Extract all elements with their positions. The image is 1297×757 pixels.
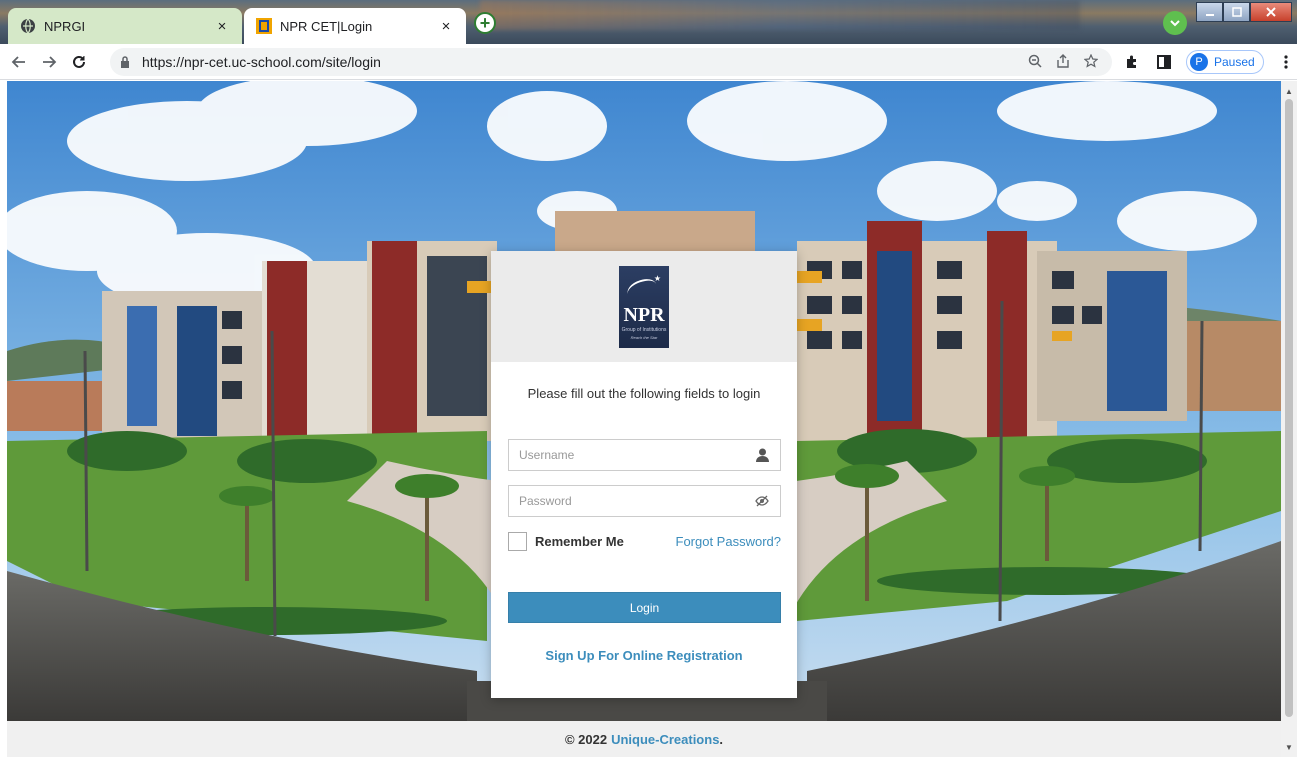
kebab-menu-icon[interactable] xyxy=(1276,51,1296,73)
extensions-puzzle-icon[interactable] xyxy=(1122,51,1142,73)
browser-tab-strip: NPRGI × NPR CET|Login × + xyxy=(0,0,1297,44)
back-arrow-icon[interactable] xyxy=(8,51,30,73)
tab-title: NPRGI xyxy=(44,18,86,34)
eye-slash-icon[interactable] xyxy=(754,493,770,509)
logo-tagline: Reach the Star xyxy=(630,334,658,340)
avatar: P xyxy=(1190,53,1208,71)
minimize-icon[interactable] xyxy=(1196,2,1223,22)
reload-icon[interactable] xyxy=(68,51,90,73)
profile-button[interactable]: P Paused xyxy=(1186,50,1264,74)
copyright-text: © 2022 xyxy=(564,731,608,747)
forgot-password-link[interactable]: Forgot Password? xyxy=(676,534,782,549)
window-controls xyxy=(1196,2,1292,22)
logo-subtitle: Group of Institutions xyxy=(621,326,667,333)
browser-toolbar: https://npr-cet.uc-school.com/site/login… xyxy=(0,44,1297,80)
side-panel-icon[interactable] xyxy=(1154,51,1174,73)
profile-status: Paused xyxy=(1214,55,1255,69)
logo-star-icon: ★ xyxy=(653,273,661,283)
window-background xyxy=(480,0,1080,30)
forward-arrow-icon[interactable] xyxy=(38,51,60,73)
login-card: ★ NPR Group of Institutions Reach the St… xyxy=(491,251,797,698)
site-favicon-icon xyxy=(256,18,272,34)
close-tab-icon[interactable]: × xyxy=(214,18,230,35)
scroll-down-icon[interactable]: ▼ xyxy=(1281,739,1297,755)
login-button[interactable]: Login xyxy=(508,592,781,623)
scrollbar-thumb[interactable] xyxy=(1285,99,1293,717)
page-footer: © 2022 Unique-Creations . xyxy=(7,721,1281,757)
password-field[interactable]: Password xyxy=(508,485,781,517)
unique-creations-link[interactable]: Unique-Creations xyxy=(611,732,719,747)
tab-npr-cet-login[interactable]: NPR CET|Login × xyxy=(244,8,466,44)
login-card-header: ★ NPR Group of Institutions Reach the St… xyxy=(491,251,797,362)
password-placeholder[interactable]: Password xyxy=(519,494,754,508)
remember-me-checkbox[interactable] xyxy=(508,532,527,551)
footer-suffix: . xyxy=(719,731,724,747)
close-tab-icon[interactable]: × xyxy=(438,18,454,35)
tab-nprgi[interactable]: NPRGI × xyxy=(8,8,242,44)
sign-up-link[interactable]: Sign Up For Online Registration xyxy=(491,648,797,663)
bookmark-star-icon[interactable] xyxy=(1083,53,1099,71)
username-field[interactable]: Username xyxy=(508,439,781,471)
address-bar[interactable]: https://npr-cet.uc-school.com/site/login xyxy=(110,48,1112,76)
scroll-up-icon[interactable]: ▲ xyxy=(1281,83,1297,99)
user-icon xyxy=(754,447,770,463)
logo-name: NPR xyxy=(623,303,665,326)
close-window-icon[interactable] xyxy=(1250,2,1292,22)
share-icon[interactable] xyxy=(1056,53,1070,71)
npr-logo: ★ NPR Group of Institutions Reach the St… xyxy=(619,265,669,348)
new-tab-button[interactable]: + xyxy=(474,12,496,34)
maximize-icon[interactable] xyxy=(1223,2,1250,22)
lock-icon[interactable] xyxy=(120,56,132,68)
tab-title: NPR CET|Login xyxy=(280,18,373,34)
tab-search-chevron-icon[interactable] xyxy=(1163,11,1187,35)
remember-me-label[interactable]: Remember Me xyxy=(535,534,624,549)
zoom-icon[interactable] xyxy=(1028,54,1042,71)
url-text[interactable]: https://npr-cet.uc-school.com/site/login xyxy=(142,54,1028,70)
globe-icon xyxy=(20,18,36,34)
page-viewport: ★ NPR Group of Institutions Reach the St… xyxy=(7,81,1281,721)
login-prompt: Please fill out the following fields to … xyxy=(527,386,761,401)
page-scrollbar[interactable]: ▲ ▼ xyxy=(1281,81,1297,757)
remember-me[interactable]: Remember Me xyxy=(508,532,624,551)
username-placeholder[interactable]: Username xyxy=(519,448,754,462)
